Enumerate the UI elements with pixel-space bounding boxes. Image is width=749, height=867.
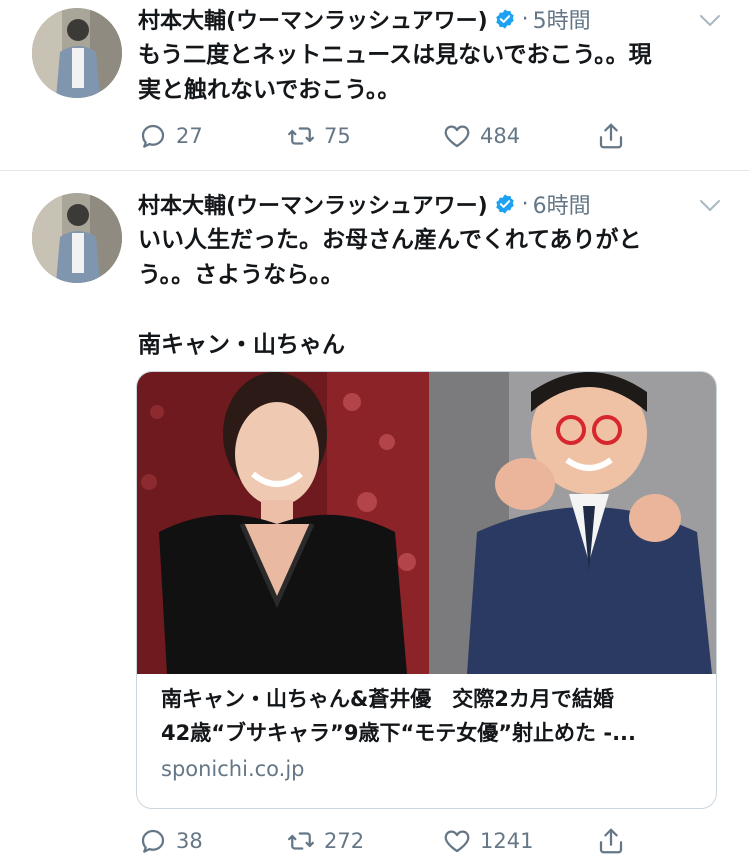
tweet[interactable]: 村本大輔(ウーマンラッシュアワー) · 6時間 いい人生だった。お母さん産んでく… [0,171,749,867]
tweet-text-line: う。。さようなら。。 [138,262,344,288]
retweet-button[interactable]: 75 [286,116,351,156]
card-title: 42歳“ブサキャラ”9歳下“モテ女優”射止めた -... [161,721,637,745]
tweet-text-line: いい人生だった。お母さん産んでくれてありがと [138,227,642,253]
reply-count: 27 [176,124,203,148]
action-bar: 38 272 1241 [138,821,658,861]
reply-icon [141,829,165,853]
verified-badge-icon [495,194,514,214]
heart-icon [444,125,470,148]
chevron-down-icon[interactable] [699,14,721,28]
like-button[interactable]: 1241 [442,821,533,861]
card-domain: sponichi.co.jp [161,757,305,781]
reply-icon [141,124,165,148]
separator-dot: · [521,6,529,32]
tweet-text-spacer [138,293,698,328]
action-bar: 27 75 484 [138,116,658,156]
retweet-icon [288,127,314,145]
tweet[interactable]: 村本大輔(ウーマンラッシュアワー) · 5時間 もう二度とネットニュースは見ない… [0,0,749,170]
share-button[interactable] [596,821,634,861]
retweet-button[interactable]: 272 [286,821,364,861]
card-title: 南キャン・山ちゃん&蒼井優 交際2カ月で結婚 [161,687,614,711]
link-card[interactable]: 南キャン・山ちゃん&蒼井優 交際2カ月で結婚 42歳“ブサキャラ”9歳下“モテ女… [136,371,717,809]
reply-button[interactable]: 27 [138,116,203,156]
retweet-icon [288,832,314,850]
tweet-text-line: 実と触れないでおこう。。 [138,77,401,103]
avatar[interactable] [32,193,122,283]
card-image[interactable] [137,372,716,674]
verified-badge-icon [495,9,514,29]
tweet-text: もう二度とネットニュースは見ないでおこう。。現 実と触れないでおこう。。 [138,38,698,108]
separator-dot: · [521,191,529,217]
share-icon [599,123,623,149]
tweet-text: いい人生だった。お母さん産んでくれてありがと う。。さようなら。。 南キャン・山… [138,223,698,363]
like-count: 484 [480,124,521,148]
card-body: 南キャン・山ちゃん&蒼井優 交際2カ月で結婚 42歳“ブサキャラ”9歳下“モテ女… [161,682,701,786]
like-count: 1241 [480,829,534,853]
timestamp[interactable]: 5時間 [533,3,591,35]
reply-button[interactable]: 38 [138,821,203,861]
avatar[interactable] [32,8,122,98]
reply-count: 38 [176,829,203,853]
like-button[interactable]: 484 [442,116,520,156]
retweet-count: 272 [324,829,365,853]
share-button[interactable] [596,116,634,156]
tweet-text-line: 南キャン・山ちゃん [138,332,345,358]
author-name[interactable]: 村本大輔(ウーマンラッシュアワー) [138,188,488,220]
tweet-text-line: もう二度とネットニュースは見ないでおこう。。現 [138,42,652,68]
retweet-count: 75 [324,124,351,148]
share-icon [599,828,623,854]
chevron-down-icon[interactable] [699,199,721,213]
heart-icon [444,830,470,853]
author-name[interactable]: 村本大輔(ウーマンラッシュアワー) [138,3,488,35]
timestamp[interactable]: 6時間 [533,188,591,220]
